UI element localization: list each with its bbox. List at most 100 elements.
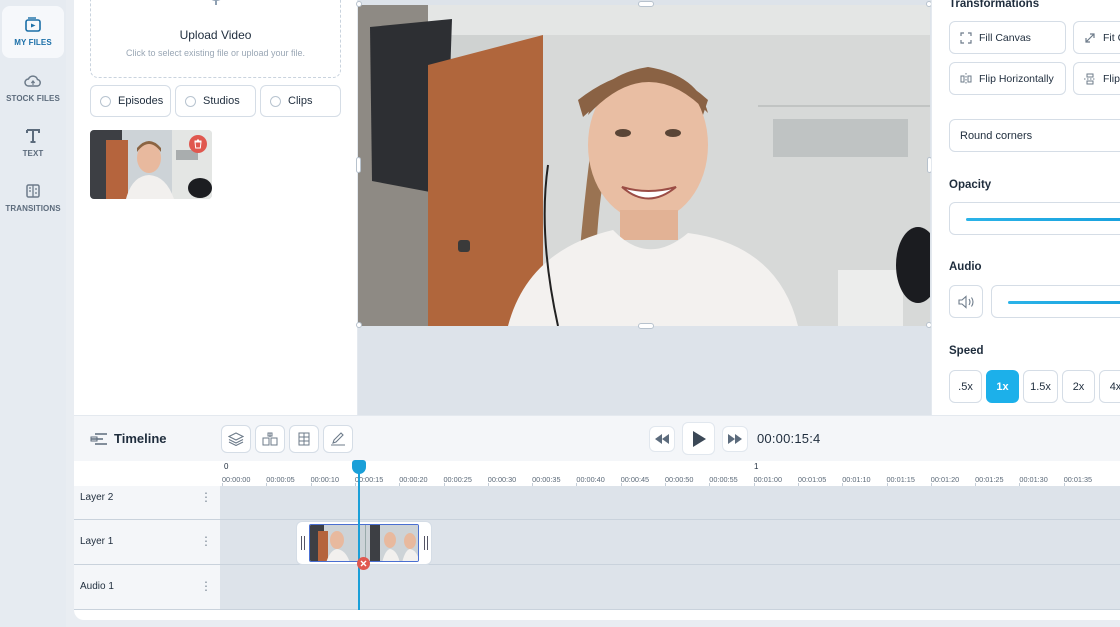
layer-menu-icon[interactable]: ⋮: [200, 535, 212, 547]
track-layer-2[interactable]: [220, 486, 1120, 519]
radio-icon: [270, 95, 281, 107]
ruler-tick-label: 00:00:45: [620, 475, 650, 484]
clip-trim-handle-right[interactable]: [424, 536, 428, 550]
filter-episodes[interactable]: Episodes: [90, 85, 171, 117]
left-nav: MY FILES STOCK FILES TEXT TRANSITIONS: [0, 0, 66, 627]
timeline-icon: [90, 433, 107, 445]
editor-main: Upload Video Click to select existing fi…: [74, 0, 1120, 620]
upload-video-dropzone[interactable]: Upload Video Click to select existing fi…: [90, 0, 341, 78]
radio-icon: [185, 95, 196, 107]
ruler-tick-label: 00:01:20: [930, 475, 960, 484]
ruler-tick-label: 00:00:30: [487, 475, 517, 484]
filter-clips-label: Clips: [288, 95, 313, 107]
resize-handle-corner-tl[interactable]: [356, 1, 362, 7]
speed-title: Speed: [949, 345, 984, 357]
properties-panel: Transformations Fill Canvas Fit C Flip H…: [931, 0, 1120, 415]
upload-subtitle: Click to select existing file or upload …: [125, 48, 306, 58]
fit-canvas-button[interactable]: Fit C: [1073, 21, 1120, 54]
radio-icon: [100, 95, 111, 107]
transitions-icon: [26, 184, 40, 198]
fill-canvas-icon: [960, 31, 972, 44]
flip-vertically-label: Flip: [1103, 72, 1120, 85]
resize-handle-bottom[interactable]: [638, 323, 654, 329]
speed-1x-button[interactable]: 1x: [986, 370, 1019, 403]
play-icon: [692, 430, 706, 447]
nav-stock-files-label: STOCK FILES: [6, 94, 60, 103]
rewind-button[interactable]: [649, 426, 675, 452]
second-marker: 1: [754, 462, 759, 471]
ruler-tick-label: 00:01:10: [842, 475, 871, 484]
filter-studios[interactable]: Studios: [175, 85, 256, 117]
upload-icon: [211, 0, 221, 5]
speed-4x-button[interactable]: 4x: [1099, 370, 1120, 403]
timecode-display: 00:00:15:4: [757, 431, 821, 446]
layer-name: Audio 1: [80, 581, 114, 592]
ruler-tick-label: 00:01:35: [1063, 475, 1093, 484]
track-divider: [74, 609, 1120, 610]
opacity-slider[interactable]: [949, 202, 1120, 235]
opacity-title: Opacity: [949, 179, 992, 191]
cloud-icon: [24, 75, 41, 87]
resize-handle-top[interactable]: [638, 1, 654, 7]
ruler-tick-label: 00:00:40: [576, 475, 605, 484]
resize-handle-corner-bl[interactable]: [356, 322, 362, 328]
fit-canvas-icon: [1085, 32, 1095, 43]
video-file-icon: [25, 17, 41, 32]
track-audio-1[interactable]: [220, 565, 1120, 610]
flip-vertically-button[interactable]: Flip: [1073, 62, 1120, 95]
flip-horizontally-label: Flip Horizontally: [979, 72, 1054, 85]
upload-title: Upload Video: [179, 28, 252, 42]
round-corners-button[interactable]: Round corners: [949, 119, 1120, 152]
track-divider: [74, 564, 1120, 565]
files-panel: Upload Video Click to select existing fi…: [74, 0, 358, 415]
file-thumbnail[interactable]: [90, 130, 212, 199]
remove-clip-button[interactable]: [357, 557, 370, 570]
timeline-title: Timeline: [114, 431, 167, 446]
opacity-slider-track[interactable]: [966, 218, 1120, 221]
speed-2x-button[interactable]: 2x: [1062, 370, 1095, 403]
clip-trim-handle-left[interactable]: [301, 536, 305, 550]
trim-icon: [298, 432, 310, 446]
edit-tool-button[interactable]: [323, 425, 353, 453]
delete-file-button[interactable]: [189, 135, 207, 153]
nav-stock-files[interactable]: STOCK FILES: [2, 62, 64, 114]
split-tool-button[interactable]: [255, 425, 285, 453]
trash-icon: [194, 139, 202, 149]
audio-title: Audio: [949, 261, 982, 273]
filter-clips[interactable]: Clips: [260, 85, 341, 117]
layer-menu-icon[interactable]: ⋮: [200, 491, 212, 503]
layers-tool-button[interactable]: [221, 425, 251, 453]
nav-transitions[interactable]: TRANSITIONS: [2, 172, 64, 224]
nav-my-files[interactable]: MY FILES: [2, 6, 64, 58]
speed-0.5x-button[interactable]: .5x: [949, 370, 982, 403]
preview-canvas: [356, 0, 932, 415]
volume-slider[interactable]: [991, 285, 1120, 318]
speed-1.5x-button[interactable]: 1.5x: [1023, 370, 1058, 403]
flip-horizontal-icon: [960, 72, 972, 85]
flip-horizontally-button[interactable]: Flip Horizontally: [949, 62, 1066, 95]
resize-handle-left[interactable]: [356, 157, 361, 173]
trim-tool-button[interactable]: [289, 425, 319, 453]
layer-menu-icon[interactable]: ⋮: [200, 580, 212, 592]
ruler-tick-label: 00:00:25: [443, 475, 472, 484]
second-marker: 0: [224, 462, 229, 471]
nav-text[interactable]: TEXT: [2, 117, 64, 169]
pencil-icon: [331, 432, 345, 446]
video-frame-image: [358, 5, 930, 326]
mute-toggle-button[interactable]: [949, 285, 983, 318]
layer-name: Layer 2: [80, 492, 114, 503]
layer-name: Layer 1: [80, 536, 114, 547]
fill-canvas-button[interactable]: Fill Canvas: [949, 21, 1066, 54]
ruler-tick-label: 00:00:55: [709, 475, 738, 484]
filter-episodes-label: Episodes: [118, 95, 164, 107]
video-preview[interactable]: [358, 5, 930, 326]
ruler-tick-label: 00:00:10: [310, 475, 339, 484]
fast-forward-button[interactable]: [722, 426, 748, 452]
play-button[interactable]: [682, 422, 715, 455]
close-icon: [360, 560, 367, 567]
layers-icon: [228, 432, 244, 446]
playhead-handle[interactable]: [352, 460, 366, 474]
ruler-tick-label: 00:01:30: [1019, 475, 1048, 484]
volume-slider-track[interactable]: [1008, 301, 1120, 304]
filter-studios-label: Studios: [203, 95, 240, 107]
